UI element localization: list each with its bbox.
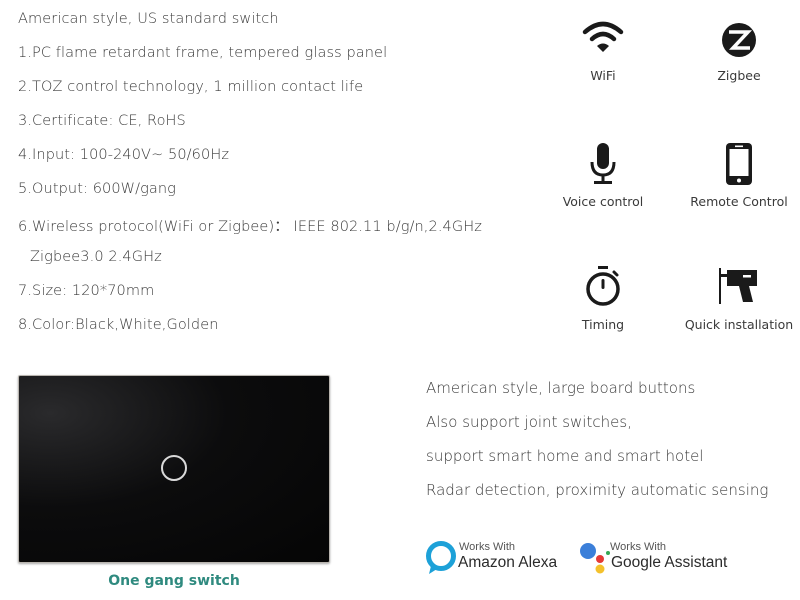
feature-label: Timing — [581, 317, 625, 332]
spec-item: 4.Input: 100-240V~ 50/60Hz — [18, 147, 230, 163]
drill-icon — [719, 268, 757, 304]
feature-label: Quick installation — [684, 317, 794, 332]
feature-remote-control: Remote Control — [669, 142, 800, 209]
description-line: Radar detection, proximity automatic sen… — [426, 481, 769, 499]
product-caption: One gang switch — [108, 573, 240, 589]
spec-item: 3.Certificate: CE, RoHS — [18, 113, 186, 129]
feature-wifi: WiFi — [533, 18, 673, 83]
feature-label: Voice control — [562, 194, 644, 209]
feature-voice-control: Voice control — [533, 142, 673, 209]
feature-label: Zigbee — [717, 68, 761, 83]
smartphone-icon — [726, 143, 752, 185]
description-line: American style, large board buttons — [426, 379, 696, 397]
spec-item: 6.Wireless protocol(WiFi or Zigbee)： IEE… — [18, 219, 482, 235]
feature-zigbee: Zigbee — [669, 22, 800, 83]
alexa-icon — [426, 541, 456, 574]
microphone-icon — [590, 143, 616, 184]
glass-panel — [18, 375, 330, 563]
spec-title: American style, US standard switch — [18, 11, 279, 27]
google-assistant-badge: Works With Google Assistant — [579, 540, 739, 576]
stopwatch-icon — [586, 266, 620, 306]
touch-button[interactable] — [161, 455, 187, 481]
feature-quick-installation: Quick installation — [669, 266, 800, 332]
google-assistant-name: Google Assistant — [611, 554, 728, 571]
zigbee-icon — [722, 23, 756, 57]
alexa-badge: Works With Amazon Alexa — [425, 540, 565, 576]
switch-panel-image — [18, 375, 330, 563]
spec-item: 1.PC flame retardant frame, tempered gla… — [18, 45, 388, 61]
spec-item: 8.Color:Black,White,Golden — [18, 317, 219, 333]
spec-item: Zigbee3.0 2.4GHz — [30, 249, 162, 265]
spec-item: 2.TOZ control technology, 1 million cont… — [18, 79, 364, 95]
alexa-name: Amazon Alexa — [458, 554, 558, 571]
wifi-icon — [582, 21, 624, 52]
description-line: Also support joint switches, — [426, 413, 632, 431]
feature-label: Remote Control — [690, 194, 788, 209]
feature-label: WiFi — [590, 68, 616, 83]
description-line: support smart home and smart hotel — [426, 447, 704, 465]
alexa-works-with: Works With — [459, 541, 516, 553]
google-assistant-icon — [580, 543, 610, 574]
google-works-with: Works With — [610, 541, 667, 553]
spec-item: 5.Output: 600W/gang — [18, 181, 176, 197]
feature-timing: Timing — [533, 265, 673, 332]
spec-item: 7.Size: 120*70mm — [18, 283, 155, 299]
